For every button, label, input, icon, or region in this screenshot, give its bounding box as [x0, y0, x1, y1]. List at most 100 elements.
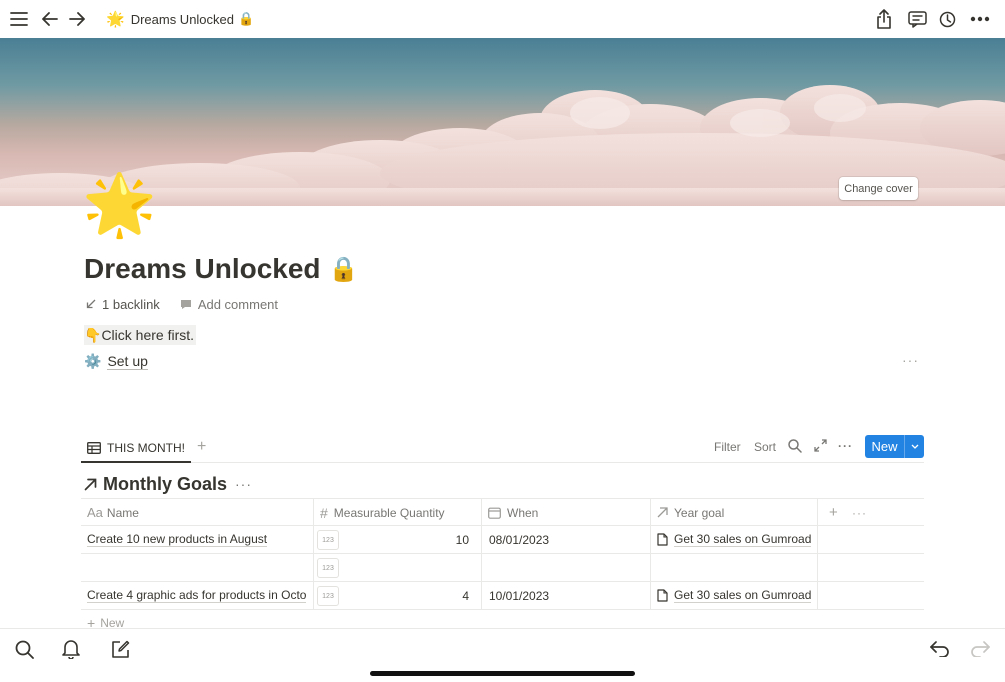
cell-name[interactable]: Create 4 graphic ads for products in Oct…: [81, 582, 313, 609]
column-label: Measurable Quantity: [333, 505, 445, 520]
search-icon[interactable]: [788, 439, 802, 456]
cell-year-goal[interactable]: Get 30 sales on Gumroad: [651, 526, 817, 553]
chevron-down-icon[interactable]: [905, 435, 924, 458]
click-here-block[interactable]: 👇 Click here first.: [84, 325, 197, 345]
add-comment-label: Add comment: [197, 296, 279, 312]
cell-year-goal[interactable]: [651, 554, 817, 581]
goals-table: Aa Name # Measurable Quantity When Year …: [81, 498, 924, 610]
top-navigation-bar: 🌟 Dreams Unlocked 🔒: [0, 0, 1005, 38]
backlink-button[interactable]: 1 backlink: [86, 297, 160, 312]
column-label: When: [507, 505, 539, 520]
cell-name[interactable]: Create 10 new products in August: [81, 526, 313, 553]
click-here-label: Click here first.: [101, 327, 195, 343]
page-document-icon: [657, 589, 668, 602]
redo-icon[interactable]: [969, 638, 991, 660]
year-goal-link[interactable]: Get 30 sales on Gumroad: [674, 588, 812, 603]
menu-icon[interactable]: [8, 8, 30, 30]
expand-icon[interactable]: [814, 439, 827, 455]
calendar-icon: [488, 507, 501, 519]
column-divider: [313, 582, 314, 609]
breadcrumb[interactable]: 🌟 Dreams Unlocked 🔒: [106, 9, 254, 29]
table-icon: [87, 441, 101, 454]
share-icon[interactable]: [873, 8, 895, 30]
backlink-arrow-icon: [86, 299, 96, 309]
database-title-text: Monthly Goals: [103, 473, 228, 494]
add-column-button[interactable]: +: [823, 499, 838, 526]
column-divider: [817, 499, 818, 525]
database-more-icon[interactable]: ···: [838, 439, 853, 453]
forward-arrow-icon[interactable]: [66, 8, 88, 30]
tab-label: THIS MONTH!: [107, 440, 185, 455]
table-row[interactable]: Create 10 new products in August 123 10 …: [81, 526, 924, 554]
number-type-badge: 123: [317, 530, 339, 550]
page-title[interactable]: Dreams Unlocked 🔒: [84, 253, 358, 285]
cell-quantity[interactable]: 10: [343, 526, 475, 553]
page-title-text[interactable]: Dreams Unlocked: [84, 253, 321, 285]
number-type-badge: 123: [317, 586, 339, 606]
home-indicator: [370, 671, 635, 676]
database-view-bar: THIS MONTH! + Filter Sort ··· New: [81, 434, 924, 463]
cell-when[interactable]: 08/01/2023: [482, 526, 650, 553]
setup-label: Set up: [107, 352, 148, 370]
backlink-label: 1 backlink: [102, 296, 160, 312]
back-arrow-icon[interactable]: [39, 8, 61, 30]
column-header-year-goal[interactable]: Year goal: [651, 499, 817, 526]
relation-arrow-icon: [657, 507, 668, 518]
tab-this-month[interactable]: THIS MONTH!: [81, 434, 191, 463]
search-icon[interactable]: [13, 638, 35, 660]
sort-button[interactable]: Sort: [754, 440, 776, 454]
cell-quantity[interactable]: [343, 554, 475, 581]
star-emoji-icon: 🌟: [106, 11, 125, 28]
comments-icon[interactable]: [906, 8, 928, 30]
lock-icon: 🔒: [238, 11, 255, 26]
cell-year-goal[interactable]: Get 30 sales on Gumroad: [651, 582, 817, 609]
cell-name[interactable]: [81, 554, 313, 581]
cell-when[interactable]: [482, 554, 650, 581]
cell-quantity[interactable]: 4: [343, 582, 475, 609]
block-options-icon[interactable]: ···: [902, 352, 919, 368]
column-header-quantity[interactable]: # Measurable Quantity: [314, 499, 481, 526]
column-divider: [817, 554, 818, 581]
column-divider: [817, 582, 818, 609]
change-cover-button[interactable]: Change cover: [839, 177, 918, 200]
column-divider: [313, 554, 314, 581]
setup-link[interactable]: ⚙️ Set up: [84, 351, 148, 371]
breadcrumb-title: Dreams Unlocked: [130, 11, 235, 27]
more-icon[interactable]: [968, 8, 992, 30]
cell-when[interactable]: 10/01/2023: [482, 582, 650, 609]
table-header: Aa Name # Measurable Quantity When Year …: [81, 498, 924, 526]
column-header-name[interactable]: Aa Name: [81, 499, 313, 526]
page-meta: 1 backlink Add comment: [86, 295, 298, 313]
number-property-icon: #: [320, 504, 328, 521]
database-title-menu-icon[interactable]: ···: [235, 476, 252, 492]
notifications-bell-icon[interactable]: [60, 638, 82, 660]
history-icon[interactable]: [936, 8, 958, 30]
column-options-icon[interactable]: ···: [846, 499, 867, 526]
new-button[interactable]: New: [865, 435, 924, 458]
pointing-down-icon: 👇: [84, 326, 102, 343]
column-divider: [817, 526, 818, 553]
add-comment-button[interactable]: Add comment: [180, 297, 278, 312]
page-star-icon[interactable]: 🌟: [82, 170, 157, 240]
database-title[interactable]: Monthly Goals ···: [84, 473, 252, 495]
link-arrow-icon: [84, 478, 97, 490]
row-name-text: Create 4 graphic ads for products in Oct…: [87, 588, 307, 603]
gear-icon: ⚙️: [84, 352, 102, 369]
column-label: Year goal: [674, 505, 725, 520]
undo-icon[interactable]: [929, 638, 951, 660]
year-goal-link[interactable]: Get 30 sales on Gumroad: [674, 532, 812, 547]
column-divider: [313, 526, 314, 553]
comment-icon: [180, 299, 191, 309]
column-header-when[interactable]: When: [482, 499, 650, 526]
table-row[interactable]: 123: [81, 554, 924, 582]
page-document-icon: [657, 533, 668, 546]
number-type-badge: 123: [317, 558, 339, 578]
row-name-text: Create 10 new products in August: [87, 532, 268, 547]
new-button-label[interactable]: New: [865, 435, 905, 458]
text-property-icon: Aa: [87, 505, 103, 520]
add-view-button[interactable]: +: [197, 438, 206, 456]
table-row[interactable]: Create 4 graphic ads for products in Oct…: [81, 582, 924, 610]
compose-icon[interactable]: [109, 638, 131, 660]
filter-button[interactable]: Filter: [714, 440, 741, 454]
column-label: Name: [106, 505, 139, 520]
